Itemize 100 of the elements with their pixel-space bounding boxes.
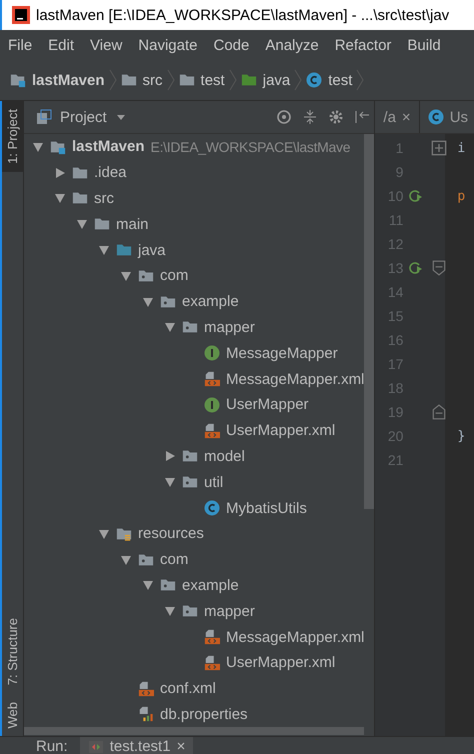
locate-icon[interactable] — [276, 109, 292, 125]
run-icon[interactable] — [407, 188, 424, 204]
menu-item[interactable]: Edit — [40, 36, 82, 54]
menu-item[interactable]: Navigate — [130, 36, 206, 54]
panel-icon — [36, 109, 52, 125]
tree-item[interactable]: mapper — [24, 314, 255, 340]
editor-tab[interactable]: /a × — [375, 101, 420, 133]
package-icon — [138, 268, 154, 284]
expand-arrow-icon[interactable] — [98, 244, 110, 256]
side-tab[interactable]: 1: Project — [2, 101, 23, 172]
settings-icon[interactable] — [328, 109, 344, 125]
expand-arrow-icon[interactable] — [32, 140, 44, 153]
expand-arrow-icon[interactable] — [76, 218, 88, 230]
chevron-icon — [166, 69, 175, 91]
chevron-icon — [228, 69, 237, 91]
folder-icon — [72, 190, 88, 206]
collapse-arrow-icon[interactable] — [54, 166, 66, 179]
tree-item[interactable]: .idea — [24, 160, 127, 186]
tree-item[interactable]: main — [24, 211, 149, 238]
tree-item[interactable]: model — [24, 444, 245, 470]
expand-arrow-icon[interactable] — [98, 528, 110, 540]
run-icon[interactable] — [407, 260, 424, 276]
editor-tab[interactable]: Us — [420, 101, 474, 133]
tree-item[interactable]: example — [24, 288, 239, 315]
expand-arrow-icon[interactable] — [120, 554, 132, 566]
package-icon — [138, 552, 154, 568]
tree-item[interactable]: mapper — [24, 598, 255, 624]
menu-item[interactable]: Code — [205, 36, 258, 54]
expand-arrow-icon[interactable] — [120, 270, 132, 282]
tree-item[interactable]: MybatisUtils — [24, 495, 307, 521]
chevron-icon — [108, 69, 117, 91]
expand-arrow-icon[interactable] — [142, 296, 154, 308]
expand-fold-icon[interactable] — [431, 140, 448, 156]
tree-item[interactable]: example — [24, 572, 239, 598]
breadcrumb[interactable]: test — [178, 72, 225, 88]
module-folder-icon — [10, 72, 26, 88]
code-text: i — [457, 140, 466, 156]
xml-file-icon — [204, 629, 220, 646]
close-icon[interactable]: × — [402, 108, 411, 126]
class-icon — [428, 109, 444, 125]
hide-icon[interactable] — [354, 109, 370, 125]
interface-icon — [204, 345, 220, 362]
tree-item[interactable]: MessageMapper.xml — [24, 366, 364, 392]
resources-folder-icon — [116, 526, 132, 542]
tree-item[interactable]: util — [24, 469, 224, 496]
test-run-icon — [88, 738, 104, 754]
tree-item[interactable]: UserMapper.xml — [24, 650, 336, 676]
tree-item[interactable]: resources — [24, 520, 204, 547]
tree-item[interactable]: db.properties — [24, 702, 248, 728]
expand-arrow-icon[interactable] — [164, 321, 176, 334]
expand-arrow-icon[interactable] — [164, 605, 176, 618]
menu-item[interactable]: View — [82, 36, 130, 54]
code-text: } — [457, 428, 466, 444]
breadcrumb[interactable]: java — [240, 72, 290, 88]
breadcrumb[interactable]: src — [120, 72, 163, 88]
package-icon — [160, 294, 176, 310]
expand-arrow-icon[interactable] — [54, 192, 66, 204]
breadcrumb[interactable]: lastMaven — [10, 72, 105, 88]
menu-item[interactable]: Analyze — [257, 36, 327, 54]
side-tab[interactable]: Web — [2, 694, 23, 736]
close-icon[interactable]: × — [176, 738, 186, 754]
tree-item[interactable]: lastMaven E:\IDEA_WORKSPACE\lastMave — [24, 134, 350, 160]
collapse-fold-icon[interactable] — [431, 260, 448, 276]
side-tab[interactable]: 7: Structure — [2, 610, 23, 694]
folder-icon — [94, 216, 110, 232]
tree-item[interactable]: java — [24, 237, 166, 263]
tree-item[interactable]: UserMapper — [24, 392, 309, 418]
folder-icon — [116, 242, 132, 258]
breadcrumb[interactable]: test — [306, 72, 352, 88]
class-icon — [306, 72, 322, 88]
properties-file-icon — [138, 706, 154, 722]
tree-item[interactable]: MessageMapper.xml — [24, 624, 364, 650]
menu-item[interactable]: File — [0, 36, 40, 54]
menu-item[interactable]: Build — [399, 36, 449, 54]
tree-item[interactable]: com — [24, 262, 188, 289]
collapse-arrow-icon[interactable] — [164, 450, 176, 462]
run-label: Run: — [36, 738, 68, 754]
tree-item[interactable]: com — [24, 546, 188, 573]
package-icon — [182, 448, 198, 464]
scrollbar[interactable] — [24, 727, 364, 736]
module-folder-icon — [50, 138, 66, 155]
run-tab[interactable]: test.test1 × — [80, 737, 194, 754]
expand-arrow-icon[interactable] — [142, 579, 154, 592]
tree-item[interactable]: conf.xml — [24, 676, 216, 702]
menu-item[interactable]: Refactor — [326, 36, 400, 54]
interface-icon — [204, 396, 220, 413]
tree-item[interactable]: src — [24, 186, 114, 212]
tree-item[interactable]: MessageMapper — [24, 340, 338, 366]
module-path: E:\IDEA_WORKSPACE\lastMave — [150, 138, 350, 155]
folder-icon — [120, 72, 137, 88]
xml-file-icon — [204, 422, 220, 439]
package-icon — [182, 319, 198, 336]
fold-end-icon[interactable] — [431, 404, 448, 420]
collapse-icon[interactable] — [302, 109, 318, 125]
expand-arrow-icon[interactable] — [164, 476, 176, 488]
panel-title[interactable]: Project — [60, 108, 107, 126]
folder-icon — [72, 164, 88, 181]
xml-file-icon — [138, 680, 154, 697]
scrollbar[interactable] — [364, 134, 374, 509]
tree-item[interactable]: UserMapper.xml — [24, 418, 336, 444]
